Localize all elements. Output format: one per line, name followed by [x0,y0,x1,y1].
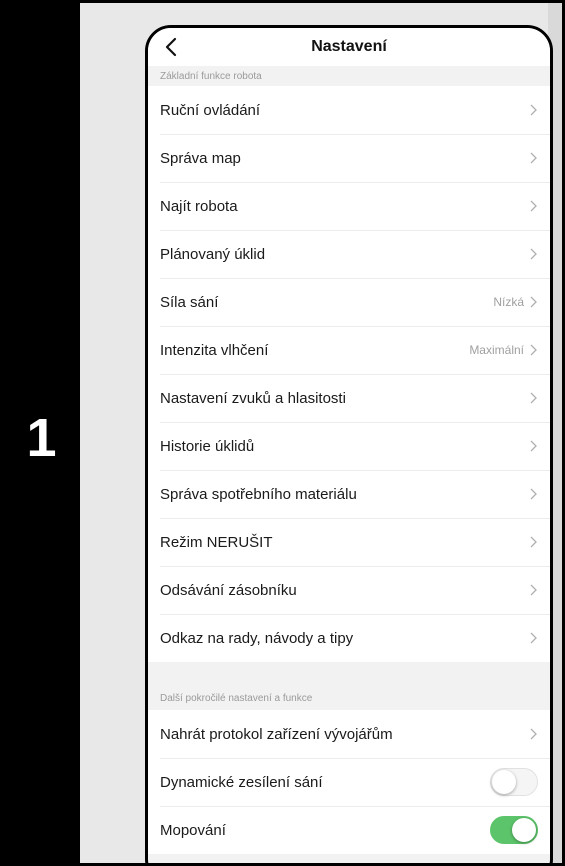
back-button[interactable] [158,34,184,60]
toggle-knob [492,770,516,794]
mopping-toggle[interactable] [490,816,538,844]
section-header-basic: Základní funkce robota [148,66,550,86]
chevron-right-icon [528,487,538,501]
page-title: Nastavení [311,38,387,55]
chevron-right-icon [528,103,538,117]
chevron-right-icon [528,343,538,357]
row-value: Nízká [493,295,524,309]
section-header-advanced: Další pokročilé nastavení a funkce [160,693,313,704]
row-tips-link[interactable]: Odkaz na rady, návody a tipy [148,614,550,662]
row-suction-power[interactable]: Síla sání Nízká [148,278,550,326]
row-find-robot[interactable]: Najít robota [148,182,550,230]
row-map-management[interactable]: Správa map [148,134,550,182]
dynamic-suction-toggle[interactable] [490,768,538,796]
row-consumables[interactable]: Správa spotřebního materiálu [148,470,550,518]
row-dustbin-emptying[interactable]: Odsávání zásobníku [148,566,550,614]
row-label: Správa spotřebního materiálu [160,485,357,503]
chevron-right-icon [528,535,538,549]
nav-header: Nastavení [148,28,550,66]
row-label: Nahrát protokol zařízení vývojářům [160,725,393,743]
row-label: Ruční ovládání [160,101,261,119]
row-label: Mopování [160,821,226,839]
row-do-not-disturb[interactable]: Režim NERUŠIT [148,518,550,566]
chevron-right-icon [528,247,538,261]
row-value: Maximální [469,343,524,357]
chevron-right-icon [528,199,538,213]
step-sidebar: 1 [3,3,80,863]
row-cleaning-history[interactable]: Historie úklidů [148,422,550,470]
row-label: Najít robota [160,197,238,215]
chevron-right-icon [528,391,538,405]
toggle-knob [512,818,536,842]
chevron-right-icon [528,583,538,597]
row-label: Odsávání zásobníku [160,581,297,599]
chevron-right-icon [528,631,538,645]
instruction-frame: 1 Nastavení Základní funkce robota Ruční… [0,0,565,866]
step-number: 1 [26,408,57,468]
chevron-right-icon [528,727,538,741]
advanced-settings-list: Nahrát protokol zařízení vývojářům Dynam… [148,710,550,854]
chevron-right-icon [528,295,538,309]
row-label: Plánovaný úklid [160,245,266,263]
row-manual-control[interactable]: Ruční ovládání [148,86,550,134]
row-label: Režim NERUŠIT [160,533,273,551]
chevron-left-icon [165,37,177,57]
phone-screen: Nastavení Základní funkce robota Ruční o… [145,25,553,863]
row-dynamic-suction-boost: Dynamické zesílení sání [148,758,550,806]
row-upload-log[interactable]: Nahrát protokol zařízení vývojářům [148,710,550,758]
row-scheduled-cleaning[interactable]: Plánovaný úklid [148,230,550,278]
row-wetting-intensity[interactable]: Intenzita vlhčení Maximální [148,326,550,374]
basic-settings-list: Ruční ovládání Správa map Najít robota P… [148,86,550,662]
row-label: Dynamické zesílení sání [160,773,323,791]
row-label: Síla sání [160,293,219,311]
row-mopping: Mopování [148,806,550,854]
row-label: Správa map [160,149,241,167]
row-label: Historie úklidů [160,437,255,455]
row-label: Odkaz na rady, návody a tipy [160,629,354,647]
chevron-right-icon [528,439,538,453]
row-sound-settings[interactable]: Nastavení zvuků a hlasitosti [148,374,550,422]
row-label: Intenzita vlhčení [160,341,269,359]
row-label: Nastavení zvuků a hlasitosti [160,389,346,407]
chevron-right-icon [528,151,538,165]
